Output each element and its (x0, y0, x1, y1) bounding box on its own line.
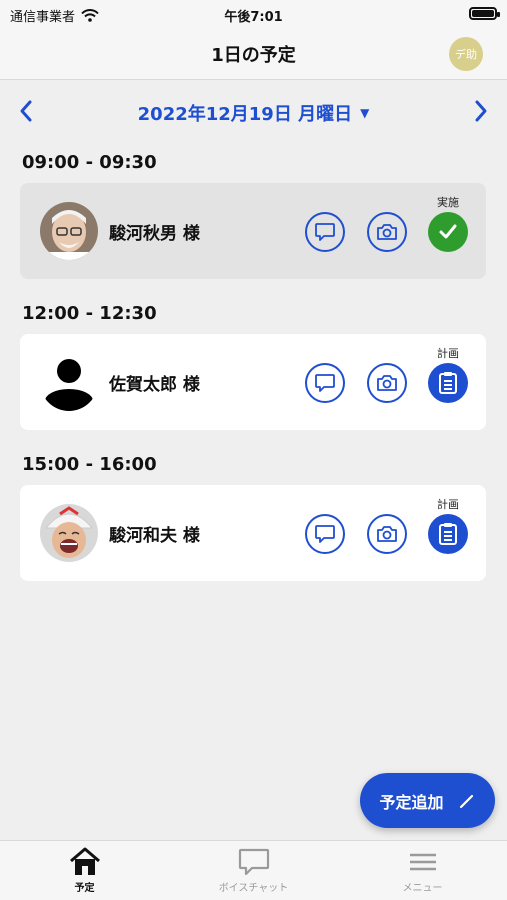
camera-icon (377, 375, 397, 391)
nav-bar: 1日の予定 デ助 (0, 28, 507, 80)
schedule-card[interactable]: 佐賀太郎 様 計画 (20, 334, 486, 430)
checkmark-icon (439, 224, 457, 239)
chat-button[interactable] (305, 212, 345, 252)
camera-icon (377, 224, 397, 240)
chat-bubble-icon (315, 223, 335, 241)
schedule-card[interactable]: 駿河秋男 様 実施 (20, 183, 486, 279)
camera-button[interactable] (367, 363, 407, 403)
tab-label: 予定 (74, 883, 95, 894)
camera-button[interactable] (367, 514, 407, 554)
clipboard-icon (439, 372, 457, 394)
status-label: 実施 (437, 196, 459, 209)
date-navigator: 2022年12月19日 月曜日 ▼ (0, 96, 507, 128)
slot-time: 09:00 - 09:30 (22, 152, 157, 173)
status-button[interactable] (428, 212, 468, 252)
status-button[interactable] (428, 514, 468, 554)
chat-bubble-icon (238, 848, 269, 876)
status-label: 計画 (437, 498, 459, 511)
tab-bar: 予定 ボイスチャット メニュー (0, 840, 507, 900)
add-schedule-button[interactable]: 予定追加 (360, 773, 495, 828)
hamburger-menu-icon (409, 853, 436, 871)
status-button[interactable] (428, 363, 468, 403)
tab-menu[interactable]: メニュー (338, 841, 507, 900)
clipboard-icon (439, 523, 457, 545)
battery-icon (469, 7, 500, 20)
tab-label: ボイスチャット (218, 883, 289, 894)
tab-schedule[interactable]: 予定 (0, 841, 169, 900)
person-silhouette-icon (40, 353, 98, 411)
chat-bubble-icon (315, 374, 335, 392)
chat-button[interactable] (305, 514, 345, 554)
selected-date: 2022年12月19日 月曜日 (137, 104, 353, 125)
user-avatar-button[interactable]: デ助 (449, 37, 483, 71)
patient-photo (40, 504, 98, 562)
status-label: 計画 (437, 347, 459, 360)
slot-time: 15:00 - 16:00 (22, 454, 157, 475)
chat-bubble-icon (315, 525, 335, 543)
chevron-right-icon (475, 100, 487, 122)
schedule-card[interactable]: 駿河和夫 様 計画 (20, 485, 486, 581)
camera-icon (377, 526, 397, 542)
chat-button[interactable] (305, 363, 345, 403)
status-bar: 通信事業者 午後7:01 (0, 0, 507, 28)
page-title: 1日の予定 (211, 45, 296, 66)
slot-time: 12:00 - 12:30 (22, 303, 157, 324)
patient-name: 駿河和夫 様 (109, 526, 200, 546)
clock: 午後7:01 (224, 10, 283, 25)
home-icon (69, 847, 100, 875)
patient-name: 駿河秋男 様 (109, 224, 200, 244)
add-schedule-label: 予定追加 (379, 792, 444, 812)
next-day-button[interactable] (467, 98, 493, 124)
date-picker[interactable]: 2022年12月19日 月曜日 ▼ (0, 100, 507, 126)
tab-label: メニュー (402, 883, 443, 894)
tab-voice-chat[interactable]: ボイスチャット (169, 841, 338, 900)
patient-name: 佐賀太郎 様 (109, 375, 200, 395)
camera-button[interactable] (367, 212, 407, 252)
patient-photo (40, 202, 98, 260)
pencil-icon (459, 794, 473, 808)
caret-down-icon: ▼ (360, 106, 370, 120)
